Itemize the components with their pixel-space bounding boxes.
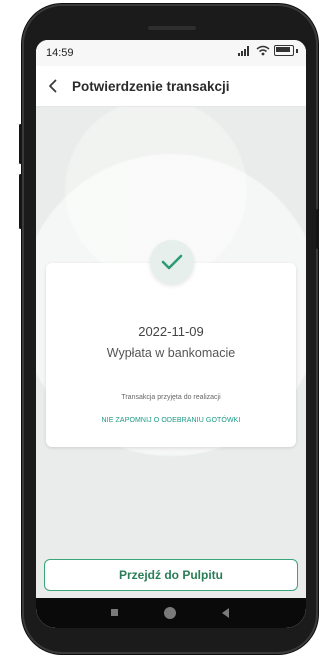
volume-button: [19, 174, 22, 229]
battery-icon: [274, 45, 294, 56]
checkmark-icon: [161, 254, 183, 270]
cash-reminder: NIE ZAPOMNIJ O ODEBRANIU GOTÓWKI: [101, 417, 241, 424]
home-icon[interactable]: [164, 607, 176, 619]
status-time: 14:59: [46, 47, 74, 59]
signal-icon: [238, 46, 249, 56]
phone-screen: 14:59 Potwierdzenie transakcji 2022-11-0…: [36, 40, 306, 628]
transaction-status-note: Transakcja przyjęta do realizacji: [121, 394, 221, 401]
back-icon[interactable]: [222, 608, 229, 618]
app-header: Potwierdzenie transakcji: [36, 66, 306, 107]
go-to-dashboard-button[interactable]: Przejdź do Pulpitu: [44, 559, 298, 591]
battery-tip: [296, 48, 298, 53]
success-badge: [150, 240, 194, 284]
back-button[interactable]: [40, 66, 66, 106]
status-bar: 14:59: [36, 40, 306, 66]
page-title: Potwierdzenie transakcji: [72, 78, 230, 94]
earpiece-speaker: [148, 26, 196, 30]
system-nav-bar: [36, 598, 306, 628]
chevron-left-icon: [49, 79, 57, 93]
recent-apps-icon[interactable]: [111, 609, 118, 616]
transaction-description: Wypłata w bankomacie: [106, 346, 236, 360]
transaction-date: 2022-11-09: [138, 324, 204, 339]
power-button: [316, 209, 319, 249]
wifi-icon: [256, 45, 270, 56]
status-icons: [238, 45, 298, 56]
volume-button: [19, 124, 22, 164]
